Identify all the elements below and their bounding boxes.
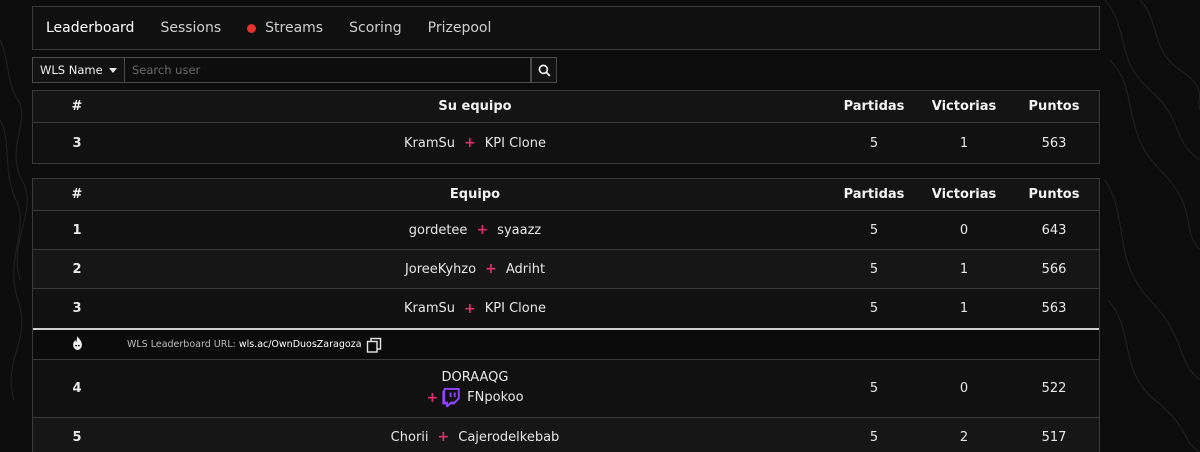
url-label: WLS Leaderboard URL: <box>127 339 236 350</box>
team-cell: gordetee + syaazz <box>121 222 829 238</box>
rank-cell: 3 <box>72 301 82 316</box>
header-wins: Victorias <box>931 99 997 114</box>
top-nav: Leaderboard Sessions Streams Scoring Pri… <box>32 6 1100 50</box>
wins-cell: 0 <box>959 222 969 238</box>
plus-icon: + <box>485 261 497 277</box>
rank-cell: 2 <box>72 261 82 277</box>
header-team: Equipo <box>449 187 501 202</box>
matches-cell: 5 <box>869 222 879 238</box>
player-name[interactable]: DORAAQG <box>442 370 509 385</box>
header-wins: Victorias <box>931 187 997 202</box>
player-name[interactable]: KPI Clone <box>485 136 546 151</box>
live-dot-icon <box>247 23 257 33</box>
chevron-down-icon <box>108 67 117 73</box>
points-cell: 563 <box>1041 301 1067 316</box>
team-cell: KramSu + KPI Clone <box>121 301 829 317</box>
points-cell: 563 <box>1041 135 1067 151</box>
wins-cell: 1 <box>959 301 969 316</box>
search-icon <box>538 64 551 77</box>
team-cell: Chorii + Cajerodelkebab <box>121 429 829 445</box>
tab-prizepool-label: Prizepool <box>427 20 492 36</box>
player-name[interactable]: KramSu <box>404 136 455 151</box>
table-row: 4 DORAAQG + FNpokoo 5 0 522 <box>33 360 1099 418</box>
player-name[interactable]: syaazz <box>497 223 541 238</box>
player-name[interactable]: JoreeKyhzo <box>405 262 476 277</box>
rank-cell: 5 <box>72 429 82 445</box>
table-row: 3 KramSu + KPI Clone 5 1 563 <box>33 123 1099 163</box>
table-header: # Equipo Partidas Victorias Puntos <box>33 179 1099 211</box>
plus-icon: + <box>437 429 450 445</box>
rank-cell: 1 <box>72 222 82 238</box>
player-name[interactable]: KramSu <box>404 301 455 316</box>
header-points: Puntos <box>1028 99 1080 114</box>
table-row: 2 JoreeKyhzo + Adriht 5 1 566 <box>33 250 1099 289</box>
plus-icon: + <box>464 135 476 151</box>
plus-icon: + <box>464 300 476 317</box>
player-name[interactable]: FNpokoo <box>467 390 523 405</box>
tab-leaderboard-label: Leaderboard <box>46 20 135 36</box>
wins-cell: 1 <box>959 261 969 277</box>
header-points: Puntos <box>1028 187 1080 202</box>
tab-leaderboard[interactable]: Leaderboard <box>46 20 134 36</box>
tab-prizepool[interactable]: Prizepool <box>428 20 492 36</box>
points-cell: 566 <box>1041 261 1067 277</box>
wins-cell: 0 <box>959 381 969 396</box>
team-cell: KramSu + KPI Clone <box>121 135 829 151</box>
tab-sessions-label: Sessions <box>160 20 222 36</box>
table-row: 5 Chorii + Cajerodelkebab 5 2 517 <box>33 418 1099 452</box>
tab-scoring-label: Scoring <box>349 20 402 36</box>
search-button[interactable] <box>531 57 557 83</box>
matches-cell: 5 <box>869 135 879 151</box>
leaderboard-url-row: WLS Leaderboard URL: wls.ac/OwnDuosZarag… <box>33 328 1099 360</box>
matches-cell: 5 <box>869 261 879 277</box>
tab-streams-label: Streams <box>265 20 324 36</box>
team-cell: JoreeKyhzo + Adriht <box>121 261 829 277</box>
points-cell: 517 <box>1041 429 1067 445</box>
rank-cell: 4 <box>72 381 82 396</box>
search-field-select-value: WLS Name <box>40 63 103 77</box>
wins-cell: 2 <box>959 429 969 445</box>
plus-icon: + <box>426 389 439 406</box>
search-field-select[interactable]: WLS Name <box>32 57 125 83</box>
table-row: 3 KramSu + KPI Clone 5 1 563 <box>33 289 1099 328</box>
my-team-table: # Su equipo Partidas Victorias Puntos 3 … <box>32 90 1100 164</box>
tab-streams[interactable]: Streams <box>247 20 323 36</box>
table-row: 1 gordetee + syaazz 5 0 643 <box>33 211 1099 250</box>
header-rank: # <box>71 187 83 202</box>
wins-cell: 1 <box>959 135 969 151</box>
player-name[interactable]: Adriht <box>506 262 545 277</box>
search-bar: WLS Name <box>32 57 557 83</box>
header-matches: Partidas <box>843 99 905 114</box>
header-team: Su equipo <box>438 99 512 114</box>
table-header: # Su equipo Partidas Victorias Puntos <box>33 91 1099 123</box>
matches-cell: 5 <box>869 381 879 396</box>
leaderboard-url-link[interactable]: wls.ac/OwnDuosZaragoza <box>239 339 362 350</box>
points-cell: 522 <box>1041 381 1067 396</box>
twitch-icon[interactable] <box>442 387 461 408</box>
tab-scoring[interactable]: Scoring <box>349 20 402 36</box>
search-input[interactable] <box>125 57 531 83</box>
points-cell: 643 <box>1041 222 1067 238</box>
matches-cell: 5 <box>869 429 879 445</box>
tab-sessions[interactable]: Sessions <box>160 20 221 36</box>
plus-icon: + <box>476 222 489 238</box>
header-matches: Partidas <box>843 187 905 202</box>
player-name[interactable]: Chorii <box>391 430 429 445</box>
leaderboard-table: # Equipo Partidas Victorias Puntos 1 gor… <box>32 178 1100 452</box>
matches-cell: 5 <box>869 301 879 316</box>
copy-icon[interactable] <box>366 337 382 353</box>
player-name[interactable]: gordetee <box>409 223 468 238</box>
flame-icon <box>72 336 82 350</box>
player-name[interactable]: Cajerodelkebab <box>458 430 559 445</box>
player-name[interactable]: KPI Clone <box>485 301 546 316</box>
header-rank: # <box>71 99 83 114</box>
rank-cell: 3 <box>72 135 82 151</box>
team-cell: DORAAQG + FNpokoo <box>121 370 829 408</box>
